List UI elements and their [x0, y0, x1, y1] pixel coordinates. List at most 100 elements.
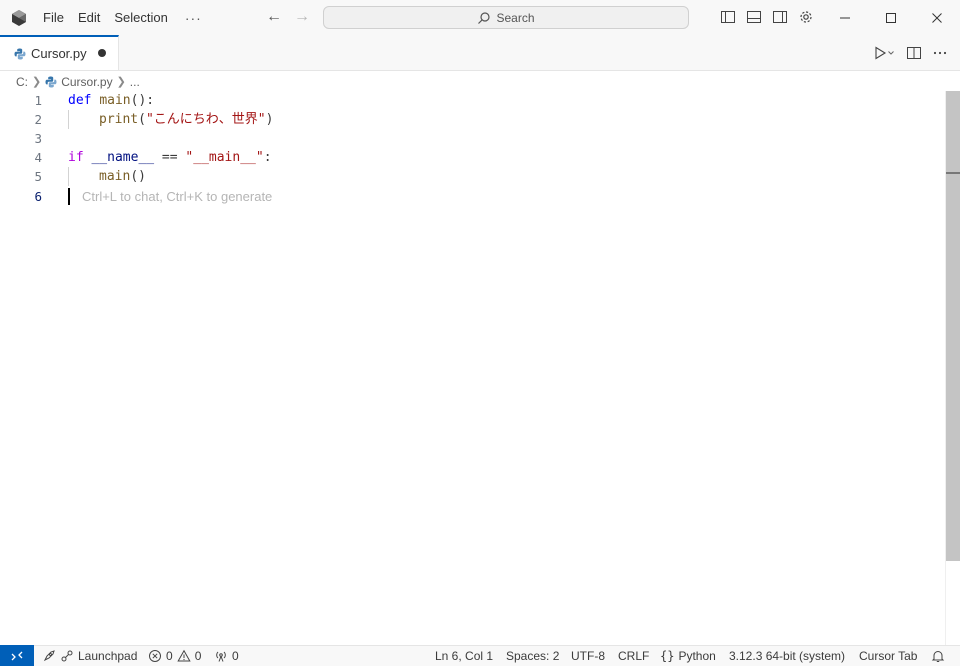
- tab-cursor-py[interactable]: Cursor.py: [0, 35, 119, 70]
- interpreter-selector[interactable]: 3.12.3 64-bit (system): [729, 646, 845, 666]
- line-number: 3: [34, 131, 42, 146]
- scrollbar-cursor-marker: [946, 172, 960, 174]
- play-icon: [875, 46, 894, 60]
- toggle-secondary-sidebar-icon[interactable]: [770, 7, 790, 27]
- string-token: "__main__": [185, 150, 264, 165]
- braces-icon: {}: [660, 649, 675, 663]
- toggle-panel-icon[interactable]: [744, 7, 764, 27]
- notifications-bell-icon[interactable]: [931, 646, 945, 666]
- menu-selection[interactable]: Selection: [107, 0, 174, 35]
- cursor-position[interactable]: Ln 6, Col 1: [435, 646, 493, 666]
- function-token: main: [99, 169, 131, 184]
- title-bar: File Edit Selection ··· ← → Search: [0, 0, 960, 36]
- back-arrow-icon[interactable]: ←: [264, 8, 284, 26]
- forward-arrow-icon[interactable]: →: [292, 8, 312, 26]
- breadcrumb-file[interactable]: Cursor.py: [61, 75, 112, 89]
- punctuation-token: (): [130, 169, 146, 184]
- chevron-right-icon: ❯: [116, 76, 126, 88]
- function-token: main: [99, 93, 131, 108]
- tab-label: Cursor.py: [31, 46, 87, 61]
- code-line: 6 Ctrl+L to chat, Ctrl+K to generate: [0, 187, 940, 206]
- scrollbar-thumb[interactable]: [946, 91, 960, 561]
- warning-count: 0: [194, 649, 202, 663]
- menu-more-button[interactable]: ···: [175, 10, 212, 26]
- line-number: 5: [34, 169, 42, 184]
- toggle-primary-sidebar-icon[interactable]: [718, 7, 738, 27]
- line-number: 6: [34, 189, 42, 204]
- cursor-tab-toggle[interactable]: Cursor Tab: [859, 646, 917, 666]
- keyword-token: def: [68, 93, 92, 108]
- inline-hint: Ctrl+L to chat, Ctrl+K to generate: [82, 189, 273, 204]
- remote-icon: [11, 651, 23, 660]
- code-text: print("こんにちわ、世界"): [99, 110, 273, 129]
- line-number: 2: [34, 112, 42, 127]
- encoding-selector[interactable]: UTF-8: [571, 646, 605, 666]
- punctuation-token: (: [138, 112, 146, 127]
- breadcrumb: C: ❯ Cursor.py ❯ ...: [16, 73, 140, 90]
- language-mode-selector[interactable]: {} Python: [660, 646, 716, 666]
- line-number: 1: [34, 93, 42, 108]
- breadcrumb-more[interactable]: ...: [130, 75, 140, 89]
- code-text: main(): [99, 167, 146, 186]
- indentation-selector[interactable]: Spaces: 2: [506, 646, 559, 666]
- python-file-icon: [45, 76, 57, 87]
- cursor-logo-icon: [12, 10, 26, 26]
- encoding-label: UTF-8: [571, 649, 605, 663]
- run-python-file-button[interactable]: [874, 44, 896, 62]
- link-icon: [61, 650, 73, 662]
- chevron-right-icon: ❯: [32, 76, 42, 88]
- more-actions-icon[interactable]: [932, 44, 948, 62]
- editor-actions: [874, 44, 948, 62]
- code-line: 2 print("こんにちわ、世界"): [0, 110, 940, 129]
- error-icon: [149, 650, 161, 662]
- menu-edit[interactable]: Edit: [71, 0, 107, 35]
- variable-token: __name__: [91, 150, 155, 165]
- text-cursor: [68, 188, 70, 205]
- code-editor[interactable]: 1 def main(): 2 print("こんにちわ、世界") 3 4 if…: [0, 91, 945, 645]
- command-search-box[interactable]: Search: [323, 6, 689, 29]
- ports-indicator[interactable]: 0: [214, 646, 239, 666]
- warning-icon: [177, 649, 191, 662]
- maximize-icon[interactable]: [868, 0, 914, 35]
- code-line: 1 def main():: [0, 91, 940, 110]
- eol-selector[interactable]: CRLF: [618, 646, 649, 666]
- window-controls: [822, 0, 960, 35]
- language-label: Python: [678, 649, 716, 663]
- code-line: 5 main(): [0, 167, 940, 186]
- code-line: 3: [0, 129, 940, 148]
- keyword-token: if: [68, 150, 84, 165]
- error-count: 0: [166, 649, 173, 663]
- minimize-icon[interactable]: [822, 0, 868, 35]
- remote-window-button[interactable]: [0, 645, 34, 666]
- interpreter-label: 3.12.3 64-bit (system): [729, 649, 846, 663]
- ports-count: 0: [232, 649, 239, 663]
- close-icon[interactable]: [914, 0, 960, 35]
- broadcast-icon: [216, 651, 226, 662]
- launchpad-button[interactable]: Launchpad: [42, 646, 137, 666]
- layout-controls: [718, 7, 816, 27]
- unsaved-dot-icon[interactable]: [98, 49, 106, 57]
- operator-token: ==: [154, 150, 186, 165]
- cursor-position-label: Ln 6, Col 1: [435, 649, 494, 663]
- settings-gear-icon[interactable]: [796, 7, 816, 27]
- string-token: "こんにちわ、世界": [145, 112, 266, 127]
- code-text: if __name__ == "__main__":: [68, 148, 272, 167]
- search-label: Search: [496, 10, 535, 25]
- indentation-label: Spaces: 2: [506, 649, 560, 663]
- indent-guide: [68, 167, 69, 186]
- eol-label: CRLF: [618, 649, 650, 663]
- menu-file[interactable]: File: [36, 0, 71, 35]
- problems-indicator[interactable]: 0 0: [148, 646, 201, 666]
- line-number: 4: [34, 150, 42, 165]
- navigation-arrows: ← →: [264, 8, 312, 26]
- punctuation-token: ():: [130, 93, 155, 108]
- breadcrumb-drive[interactable]: C:: [16, 75, 28, 89]
- python-file-icon: [14, 48, 26, 59]
- launchpad-label: Launchpad: [78, 649, 138, 663]
- search-icon: [478, 11, 491, 24]
- menu-bar: File Edit Selection ···: [36, 0, 212, 35]
- function-token: print: [99, 112, 139, 127]
- indent-guide: [68, 110, 69, 129]
- split-editor-icon[interactable]: [906, 44, 922, 62]
- code-text: def main():: [68, 91, 154, 110]
